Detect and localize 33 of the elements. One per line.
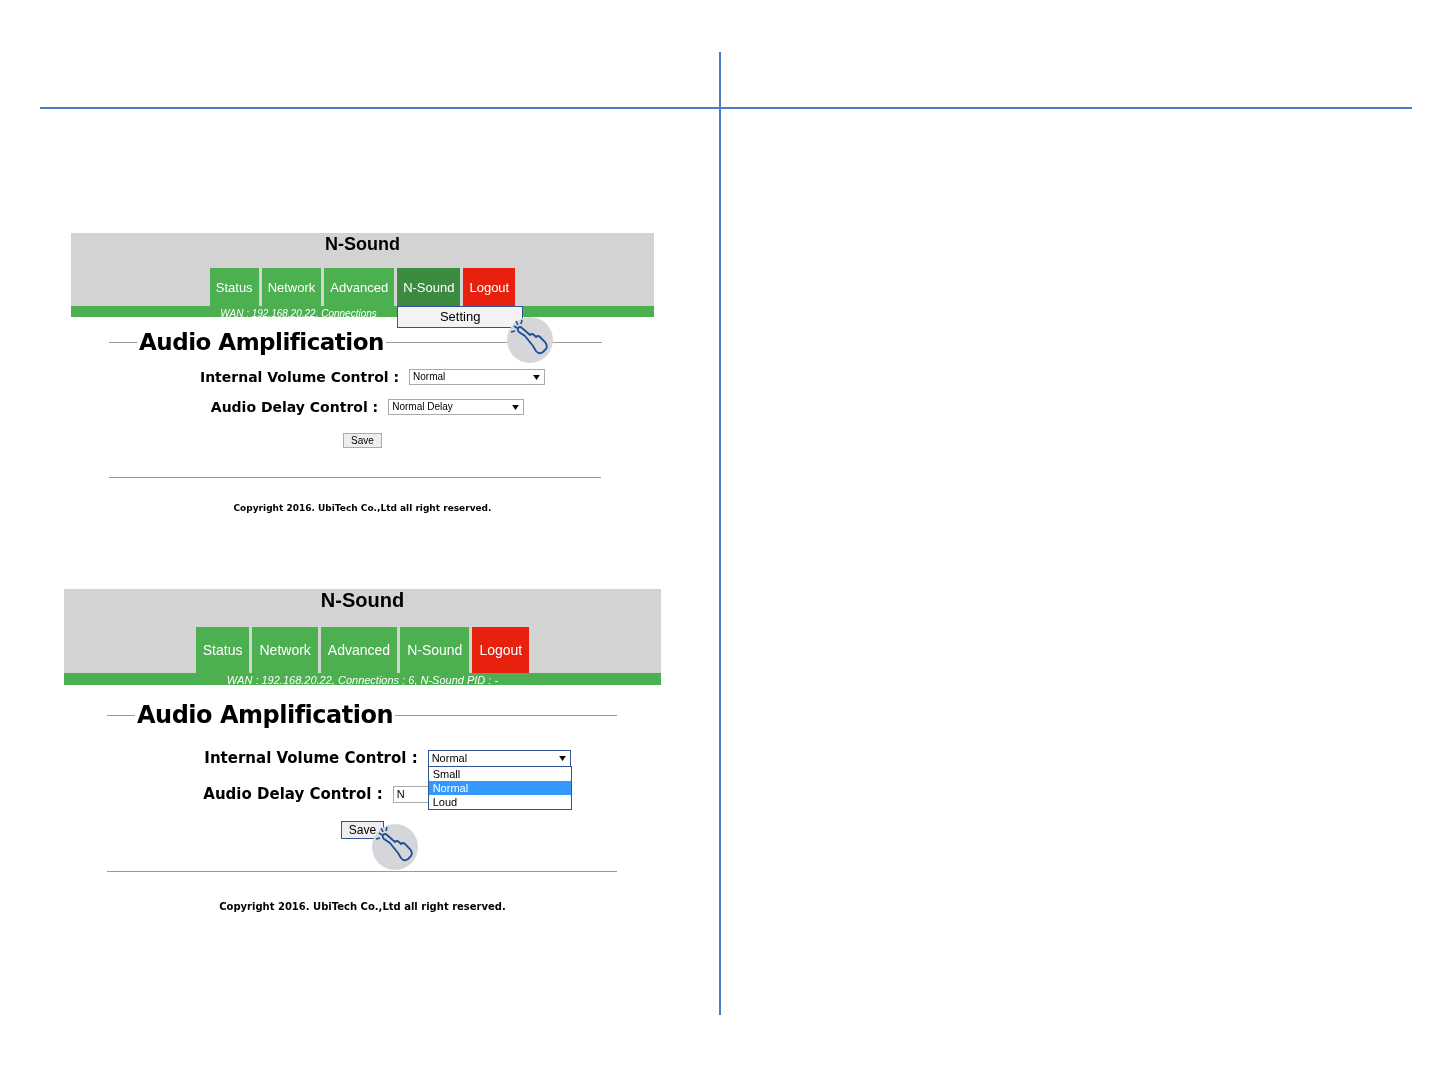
field-label: Audio Delay Control :: [210, 399, 379, 415]
nav-tab[interactable]: Network: [261, 268, 322, 306]
nav-tab[interactable]: Network: [252, 627, 318, 673]
copyright-text: Copyright 2016. UbiTech Co.,Ltd all right reserved.: [218, 901, 507, 912]
save-button[interactable]: Save: [343, 433, 382, 448]
option-item[interactable]: Loud: [428, 794, 571, 809]
select-field[interactable]: Normal Delay: [388, 399, 525, 415]
dropdown-arrow-icon: [558, 755, 566, 761]
field-label: Internal Volume Control :: [199, 369, 400, 385]
status-text: WAN : 192.168.20.22, Connections: [220, 308, 377, 319]
nav-tab[interactable]: Logout: [463, 268, 516, 306]
field-label: Audio Delay Control :: [203, 785, 383, 803]
dropdown-arrow-icon: [512, 404, 520, 410]
nav-tab[interactable]: Advanced: [320, 627, 398, 673]
section-heading: Audio Amplification: [136, 701, 394, 729]
nav-tab[interactable]: Status: [195, 627, 250, 673]
dropdown-arrow-icon: [533, 374, 541, 380]
option-item[interactable]: Normal: [428, 780, 571, 795]
site-title: N-Sound: [325, 233, 400, 256]
section-heading: Audio Amplification: [138, 329, 385, 355]
nav-tab[interactable]: N-Sound: [400, 627, 470, 673]
option-item[interactable]: Small: [428, 766, 571, 781]
nav-tab[interactable]: Status: [209, 268, 259, 306]
select-field[interactable]: Normal: [427, 749, 571, 767]
nav-tab[interactable]: Advanced: [324, 268, 395, 306]
nav-tab[interactable]: N-Sound: [397, 268, 461, 306]
field-label: Internal Volume Control :: [204, 749, 418, 767]
site-title: N-Sound: [320, 589, 405, 613]
nav-tab[interactable]: Logout: [472, 627, 530, 673]
save-button[interactable]: Save: [340, 821, 385, 839]
status-text: WAN : 192.168.20.22, Connections : 6, N-Sound PID : -: [226, 674, 499, 686]
copyright-text: Copyright 2016. UbiTech Co.,Ltd all right reserved.: [232, 503, 493, 513]
select-field[interactable]: Normal: [409, 369, 546, 385]
